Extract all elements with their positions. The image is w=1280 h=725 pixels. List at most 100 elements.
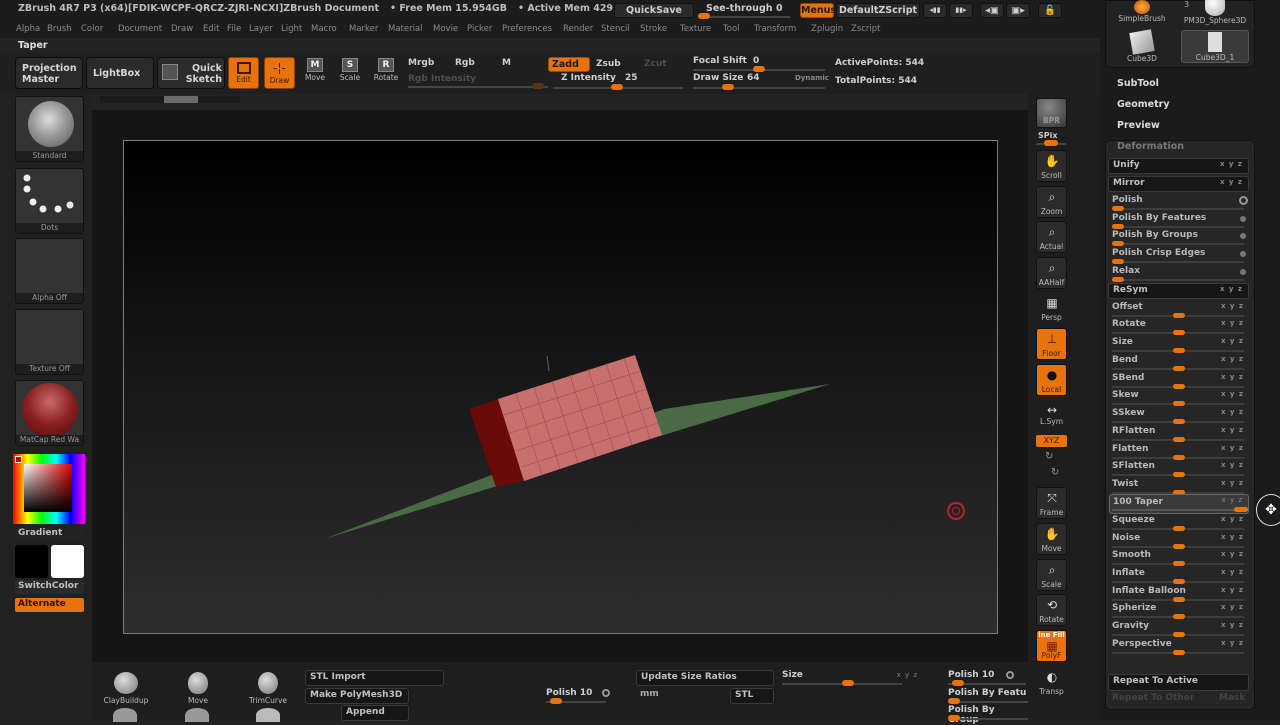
quicksave-button[interactable]: QuickSave bbox=[614, 3, 694, 18]
menu-macro[interactable]: Macro bbox=[311, 24, 337, 34]
lock-icon[interactable]: 🔓 bbox=[1038, 3, 1062, 18]
brush-thumbnail[interactable]: Standard bbox=[15, 96, 84, 162]
size-slider[interactable]: Size x y z bbox=[1112, 335, 1250, 353]
menu-render[interactable]: Render bbox=[563, 24, 593, 34]
sflatten-slider[interactable]: SFlatten x y z bbox=[1112, 459, 1250, 477]
menu-brush[interactable]: Brush bbox=[47, 24, 72, 34]
shrink-left-icon[interactable]: ◂▮▮ bbox=[923, 3, 947, 18]
menu-texture[interactable]: Texture bbox=[680, 24, 711, 34]
rgb-button[interactable]: Rgb bbox=[455, 58, 475, 68]
see-through-slider[interactable]: See-through 0 bbox=[698, 2, 790, 19]
geometry-section[interactable]: Geometry bbox=[1117, 99, 1170, 110]
polish-crisp-edges-slider[interactable]: Polish Crisp Edges bbox=[1112, 246, 1250, 264]
skew-slider[interactable]: Skew x y z bbox=[1112, 388, 1250, 406]
default-zscript-button[interactable]: DefaultZScript bbox=[836, 3, 920, 18]
update-size-ratios-button[interactable]: Update Size Ratios bbox=[636, 670, 774, 686]
dynamic-button[interactable]: Dynamic bbox=[795, 74, 829, 82]
rflatten-slider[interactable]: RFlatten x y z bbox=[1112, 424, 1250, 442]
frame-button[interactable]: ⤧ Frame bbox=[1036, 487, 1067, 519]
tool-pm3d-sphere3d[interactable]: PM3D_Sphere3D bbox=[1180, 0, 1250, 30]
zoom-button[interactable]: ⌕ Zoom bbox=[1036, 186, 1067, 218]
tool-simplebrush[interactable]: SimpleBrush bbox=[1112, 0, 1172, 30]
toggle-dot-icon[interactable] bbox=[1240, 216, 1246, 222]
mirror-button[interactable]: Mirror x y z bbox=[1108, 176, 1249, 192]
flatten-slider[interactable]: Flatten x y z bbox=[1112, 442, 1250, 460]
scrollbar-thumb[interactable] bbox=[164, 96, 198, 103]
move-button[interactable]: M Move bbox=[297, 58, 333, 88]
polish-ring-icon[interactable] bbox=[1239, 196, 1248, 205]
z-intensity-slider[interactable]: Z Intensity 25 bbox=[553, 73, 683, 90]
shrink-right-icon[interactable]: ▮▮▸ bbox=[949, 3, 973, 18]
menu-zplugin[interactable]: Zplugin bbox=[811, 24, 843, 34]
document-canvas[interactable] bbox=[123, 140, 998, 634]
window-right-icon[interactable]: ▣▸ bbox=[1006, 3, 1030, 18]
smooth-slider[interactable]: Smooth x y z bbox=[1112, 548, 1250, 566]
transp-button[interactable]: ◐ Transp bbox=[1036, 666, 1067, 698]
z-rotate-icon[interactable]: ↻ bbox=[1051, 467, 1059, 478]
spherize-slider[interactable]: Spherize x y z bbox=[1112, 601, 1250, 619]
polyframe-button[interactable]: ine Fill ▦ PolyF bbox=[1036, 630, 1067, 662]
menu-marker[interactable]: Marker bbox=[349, 24, 378, 34]
relax-slider[interactable]: Relax bbox=[1112, 264, 1250, 282]
polish-by-features-slider[interactable]: Polish By Features bbox=[1112, 211, 1250, 229]
switch-color-button[interactable]: SwitchColor bbox=[15, 580, 84, 594]
aahalf-button[interactable]: ⌕ AAHalf bbox=[1036, 257, 1067, 289]
rgb-intensity-slider[interactable] bbox=[408, 83, 548, 89]
zcut-button[interactable]: Zcut bbox=[644, 59, 667, 69]
stl-import-button[interactable]: STL Import bbox=[305, 670, 444, 686]
menu-light[interactable]: Light bbox=[281, 24, 302, 34]
scrollbar-track[interactable] bbox=[100, 96, 240, 103]
subtool-section[interactable]: SubTool bbox=[1117, 78, 1159, 89]
quick-sketch-button[interactable]: Quick Sketch bbox=[157, 57, 225, 89]
zsub-button[interactable]: Zsub bbox=[596, 59, 621, 69]
menu-transform[interactable]: Transform bbox=[754, 24, 796, 34]
append-button[interactable]: Append bbox=[341, 705, 409, 721]
draw-button[interactable]: -¦- Draw bbox=[264, 57, 295, 89]
perspective-slider[interactable]: Perspective x y z bbox=[1112, 637, 1250, 655]
inflate-slider[interactable]: Inflate x y z bbox=[1112, 566, 1250, 584]
menu-picker[interactable]: Picker bbox=[467, 24, 492, 34]
menu-preferences[interactable]: Preferences bbox=[502, 24, 552, 34]
tool-cube3d-1[interactable]: Cube3D_1 bbox=[1181, 30, 1249, 63]
make-polymesh3d-button[interactable]: Make PolyMesh3D bbox=[305, 688, 409, 704]
lsym-button[interactable]: ↔ L.Sym bbox=[1036, 402, 1067, 434]
twist-slider[interactable]: Twist x y z bbox=[1112, 477, 1250, 495]
tool-cube3d[interactable]: Cube3D bbox=[1112, 29, 1172, 63]
gradient-button[interactable]: Gradient bbox=[15, 527, 84, 541]
xyz-rotate-button[interactable]: XYZ bbox=[1036, 435, 1067, 447]
persp-button[interactable]: ▦ Persp bbox=[1036, 292, 1067, 324]
inflate-balloon-slider[interactable]: Inflate Balloon x y z bbox=[1112, 584, 1250, 602]
move-brush[interactable]: Move bbox=[172, 672, 224, 705]
menu-stencil[interactable]: Stencil bbox=[601, 24, 630, 34]
material-thumbnail[interactable]: MatCap Red Wa bbox=[15, 380, 84, 446]
bend-slider[interactable]: Bend x y z bbox=[1112, 353, 1250, 371]
taper-slider[interactable]: 100 Taper x y z bbox=[1109, 494, 1249, 514]
menu-edit[interactable]: Edit bbox=[203, 24, 219, 34]
toggle-dot-icon[interactable] bbox=[1240, 251, 1246, 257]
sskew-slider[interactable]: SSkew x y z bbox=[1112, 406, 1250, 424]
color-square[interactable] bbox=[24, 464, 72, 512]
preview-section[interactable]: Preview bbox=[1117, 120, 1160, 131]
primary-color-swatch[interactable] bbox=[51, 545, 84, 578]
scale-button[interactable]: S Scale bbox=[332, 58, 368, 88]
polish-slider[interactable]: Polish bbox=[1112, 193, 1250, 211]
scroll-button[interactable]: ✋ Scroll bbox=[1036, 150, 1067, 182]
xyz-axis-toggles[interactable]: x y z bbox=[1222, 496, 1243, 504]
mrgb-button[interactable]: Mrgb bbox=[408, 58, 434, 68]
spix-slider[interactable] bbox=[1036, 140, 1066, 146]
texture-thumbnail[interactable]: Texture Off bbox=[15, 309, 84, 375]
secondary-color-swatch[interactable] bbox=[15, 545, 48, 578]
stroke-thumbnail[interactable]: Dots bbox=[15, 168, 84, 234]
claybuildup-brush[interactable]: ClayBuildup bbox=[100, 672, 152, 705]
polish-by-groups-slider[interactable]: Polish By Groups bbox=[1112, 228, 1250, 246]
polish-by-groups-slider-bottom[interactable]: Polish By Group bbox=[948, 705, 1028, 725]
noise-slider[interactable]: Noise x y z bbox=[1112, 531, 1250, 549]
squeeze-slider[interactable]: Squeeze x y z bbox=[1112, 513, 1250, 531]
menu-alpha[interactable]: Alpha bbox=[16, 24, 40, 34]
window-left-icon[interactable]: ◂▣ bbox=[980, 3, 1004, 18]
xyz-axis-toggles[interactable]: x y z bbox=[1220, 178, 1243, 186]
menu-movie[interactable]: Movie bbox=[433, 24, 458, 34]
toggle-dot-icon[interactable] bbox=[1240, 269, 1246, 275]
lightbox-button[interactable]: LightBox bbox=[86, 57, 154, 89]
xyz-axis-toggles[interactable]: x y z bbox=[1220, 160, 1243, 168]
